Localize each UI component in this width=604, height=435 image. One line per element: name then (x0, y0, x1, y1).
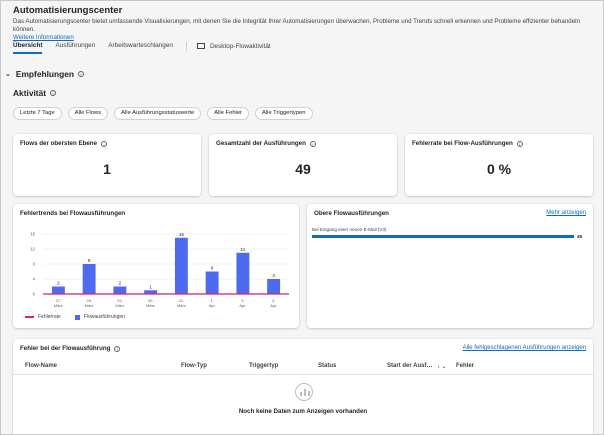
errors-table-header: Flow-Name Flow-Typ Triggertyp Status Sta… (13, 361, 593, 375)
kpi-value: 0 % (486, 161, 512, 177)
bar-data-label: 11 (240, 247, 245, 252)
column-status[interactable]: Status (318, 363, 336, 369)
bar[interactable] (236, 252, 250, 294)
page-title: Automatisierungscenter (13, 5, 123, 16)
flow-errors-card: Fehler bei der Flowausführung i Alle fehl… (13, 339, 593, 434)
x-tick-label: Apr. (209, 303, 216, 308)
filter-flows[interactable]: Alle Flows (67, 107, 109, 120)
bar[interactable] (113, 286, 127, 295)
bar[interactable] (174, 237, 188, 294)
info-icon[interactable]: i (114, 345, 121, 352)
bar-data-label: 4 (272, 273, 275, 278)
activity-header: Aktivität i (13, 88, 57, 98)
tab-desktop-flow-activity-label: Desktop-Flowaktivität (209, 43, 271, 50)
legend-swatch-error-rate (25, 316, 34, 318)
tab-desktop-flow-activity[interactable]: Desktop-Flowaktivität (196, 42, 271, 50)
page-description: Das Automatisierungscenter bietet umfass… (13, 18, 598, 42)
x-tick-label: Apr. (270, 303, 277, 308)
column-flow-type[interactable]: Flow-Typ (181, 363, 207, 369)
y-tick-label: 4 (33, 277, 36, 282)
recommendations-header[interactable]: ⌄ Empfehlungen i (5, 69, 85, 79)
y-tick-label: 8 (33, 262, 36, 267)
kpi-card-total-runs: Gesamtzahl der Ausführungen i 49 (209, 134, 397, 196)
flow-errors-title: Fehler bei der Flowausführung i (20, 345, 121, 352)
error-trends-card: Fehlertrends bei Flowausführungen 0 4 8 12 1… (13, 204, 299, 328)
tab-overview[interactable]: Übersicht (13, 42, 43, 54)
kpi-card-error-rate: Fehlerrate bei Flow-Ausführungen i 0 % (405, 134, 593, 196)
top-flow-bar[interactable] (312, 235, 574, 238)
bar-data-label: 1 (149, 284, 152, 289)
info-icon[interactable]: i (78, 71, 85, 77)
x-tick-label: Apr. (239, 303, 246, 308)
column-flow-name[interactable]: Flow-Name (25, 363, 57, 369)
flow-errors-title-text: Fehler bei der Flowausführung (20, 345, 111, 352)
show-more-link[interactable]: Mehr anzeigen (546, 210, 586, 216)
bar-data-label: 2 (119, 281, 122, 286)
legend-swatch-flow-runs (74, 314, 80, 320)
activity-label: Aktivität (13, 88, 47, 98)
x-tick-label: März (146, 303, 155, 308)
chevron-down-icon: ⌄ (5, 71, 11, 78)
info-icon[interactable]: i (101, 140, 108, 147)
top-flows-card: Obere Flowausführungen Mehr anzeigen Bei… (307, 204, 593, 328)
bar[interactable] (267, 279, 281, 294)
kpi-title-text: Flows der obersten Ebene (20, 140, 98, 147)
bar[interactable] (82, 264, 96, 294)
column-run-start[interactable]: Start der Ausf… (387, 363, 432, 369)
y-tick-label: 12 (30, 247, 35, 252)
kpi-title: Fehlerrate bei Flow-Ausführungen i (412, 140, 523, 147)
sort-desc-icon[interactable]: ↓ ⌄ (437, 363, 447, 370)
info-icon[interactable]: i (50, 90, 57, 96)
tab-runs[interactable]: Ausführungen (55, 42, 95, 49)
empty-chart-icon (295, 383, 313, 401)
top-flow-bar-track (312, 235, 574, 238)
filter-trigger-types[interactable]: Alle Triggertypen (255, 107, 313, 120)
learn-more-link[interactable]: Weitere Informationen (13, 34, 74, 41)
kpi-value: 1 (103, 161, 111, 177)
tab-work-queues[interactable]: Arbeitswarteschlangen (108, 42, 173, 49)
bar-data-label: 2 (57, 281, 60, 286)
view-failed-runs-link[interactable]: Alle fehlgeschlagenen Ausführungen anzei… (463, 345, 586, 351)
description-text: Das Automatisierungscenter bietet umfass… (13, 18, 580, 33)
bar[interactable] (51, 286, 65, 295)
legend-label-error-rate[interactable]: Fehlerrate (38, 314, 61, 320)
kpi-title-text: Fehlerrate bei Flow-Ausführungen (412, 140, 513, 147)
info-icon[interactable]: i (309, 140, 316, 147)
bar-data-label: 6 (211, 266, 214, 271)
x-tick-label: März (115, 303, 124, 308)
y-tick-label: 0 (33, 292, 36, 297)
kpi-title: Flows der obersten Ebene i (20, 140, 108, 147)
bar[interactable] (205, 271, 219, 295)
filter-time-range[interactable]: Letzte 7 Tage (13, 107, 62, 120)
column-trigger-type[interactable]: Triggertyp (249, 363, 278, 369)
recommendations-label: Empfehlungen (15, 69, 75, 79)
bar-data-label: 8 (88, 258, 91, 263)
filter-run-status[interactable]: Alle Ausführungsstatuswerte (114, 107, 202, 120)
x-tick-label: März (85, 303, 94, 308)
error-trends-chart: 0481216227.März828.März229.März130.März1… (30, 232, 289, 308)
kpi-title: Gesamtzahl der Ausführungen i (216, 140, 316, 147)
y-tick-label: 16 (30, 232, 35, 237)
kpi-card-top-level-flows: Flows der obersten Ebene i 1 (13, 134, 201, 196)
desktop-icon (196, 43, 205, 49)
filter-errors[interactable]: Alle Fehler (207, 107, 249, 120)
empty-state-text: Noch keine Daten zum Anzeigen vorhanden (238, 408, 368, 415)
x-tick-label: März (177, 303, 186, 308)
automation-center-page: Automatisierungscenter Das Automatisieru… (0, 0, 604, 435)
tab-divider (185, 42, 187, 51)
chart-legend: Fehlerrate Flowausführungen (25, 314, 125, 320)
top-flow-value: 49 (577, 234, 583, 239)
bar-data-label: 15 (179, 232, 185, 237)
tab-bar: Übersicht Ausführungen Arbeitswarteschla… (13, 42, 284, 56)
top-flows-title: Obere Flowausführungen (314, 210, 389, 217)
info-icon[interactable]: i (516, 140, 523, 147)
column-error[interactable]: Fehler (456, 363, 474, 369)
legend-label-flow-runs[interactable]: Flowausführungen (84, 314, 125, 320)
kpi-title-text: Gesamtzahl der Ausführungen (216, 140, 306, 147)
kpi-value: 49 (295, 161, 311, 177)
filter-bar: Letzte 7 Tage Alle Flows Alle Ausführung… (13, 107, 319, 120)
x-tick-label: März (54, 303, 63, 308)
top-flow-label[interactable]: Bei Eingang einer neuen E-Mail (V3) (312, 227, 387, 232)
